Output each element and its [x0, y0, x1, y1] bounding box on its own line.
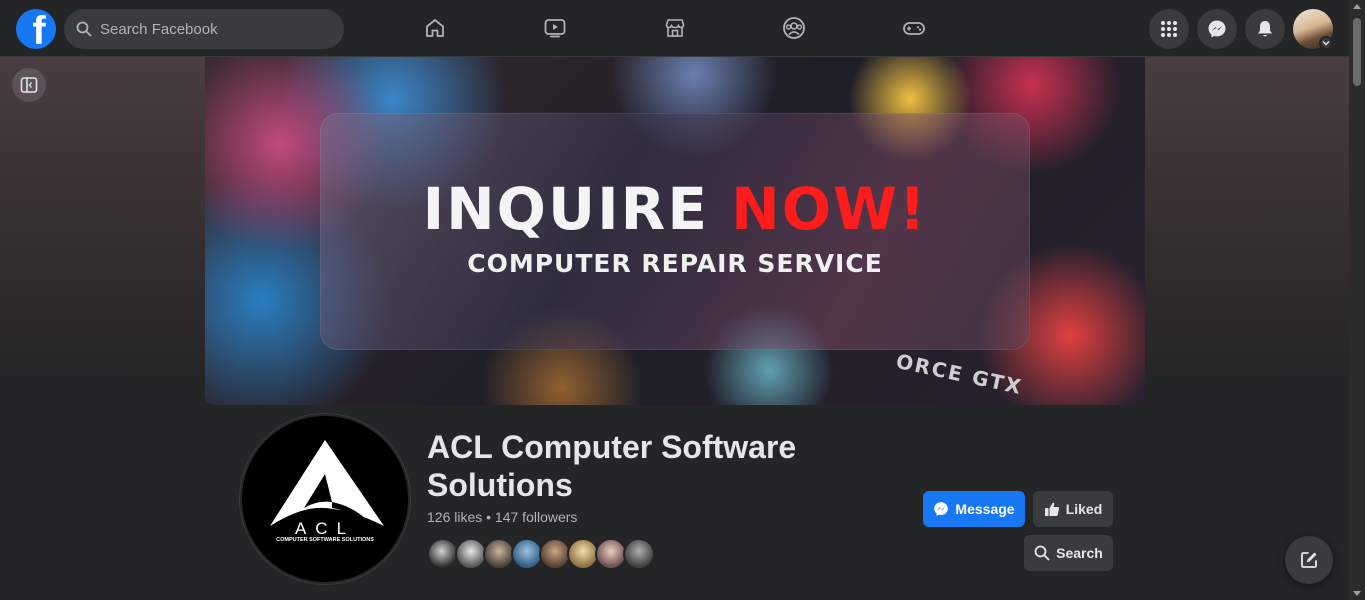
top-navigation-bar: f — [0, 0, 1349, 57]
scroll-down-arrow-icon[interactable] — [1353, 591, 1361, 596]
friend-avatar[interactable] — [623, 538, 655, 570]
search-input[interactable] — [100, 20, 320, 38]
cover-photo[interactable]: INQUIRE NOW! COMPUTER REPAIR SERVICE ORC… — [205, 57, 1145, 405]
compose-icon — [1301, 552, 1317, 568]
scrollbar-thumb[interactable] — [1353, 18, 1361, 86]
new-message-compose-button[interactable] — [1285, 536, 1333, 584]
thumbs-up-icon — [1044, 502, 1059, 516]
page-scrollbar[interactable] — [1349, 0, 1365, 600]
liked-button[interactable]: Liked — [1033, 491, 1113, 527]
cover-headline-red: NOW! — [731, 175, 928, 243]
message-button-label: Message — [955, 501, 1015, 517]
home-icon[interactable] — [415, 8, 455, 48]
liked-button-label: Liked — [1065, 501, 1103, 517]
page-stats[interactable]: 126 likes • 147 followers — [427, 509, 577, 525]
search-icon — [1034, 545, 1050, 561]
groups-icon[interactable] — [774, 8, 814, 48]
account-menu-chevron-icon[interactable] — [1319, 36, 1333, 50]
cover-subtitle: COMPUTER REPAIR SERVICE — [467, 249, 883, 278]
video-icon[interactable] — [535, 8, 575, 48]
cover-gpu-text: ORCE GTX — [893, 348, 1025, 400]
search-icon — [76, 21, 92, 37]
cover-headline: INQUIRE NOW! — [205, 177, 1145, 241]
search-button-label: Search — [1056, 545, 1103, 561]
cover-headline-white: INQUIRE — [422, 175, 709, 243]
facebook-logo[interactable]: f — [16, 9, 56, 49]
gaming-icon[interactable] — [894, 8, 934, 48]
page-title: ACL Computer Software Solutions — [427, 429, 797, 503]
facebook-logo-letter: f — [32, 9, 46, 49]
marketplace-icon[interactable] — [655, 8, 695, 48]
sidebar-toggle-icon[interactable] — [12, 68, 46, 102]
scroll-up-arrow-icon[interactable] — [1353, 4, 1361, 9]
messenger-icon[interactable] — [1197, 9, 1237, 49]
search-page-button[interactable]: Search — [1024, 535, 1113, 571]
page-profile-picture[interactable]: ACL COMPUTER SOFTWARE SOLUTIONS — [240, 414, 410, 584]
menu-grid-icon[interactable] — [1149, 9, 1189, 49]
notifications-icon[interactable] — [1245, 9, 1285, 49]
search-box[interactable] — [64, 9, 344, 49]
messenger-icon — [934, 502, 949, 516]
message-button[interactable]: Message — [923, 491, 1025, 527]
acl-logo-subtext: COMPUTER SOFTWARE SOLUTIONS — [276, 537, 374, 543]
acl-logo-text: ACL — [294, 519, 356, 538]
